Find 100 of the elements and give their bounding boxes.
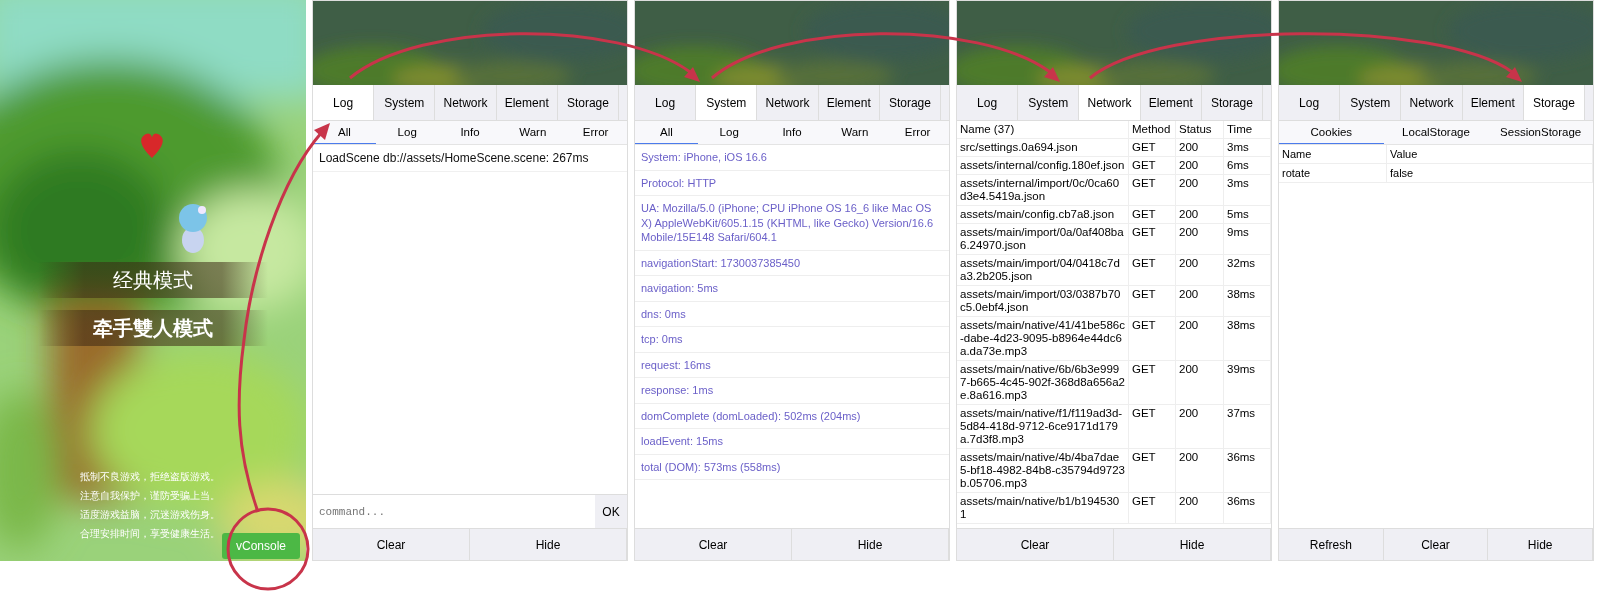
- filter-tab[interactable]: Error: [564, 121, 627, 144]
- table-cell: GET: [1129, 361, 1176, 404]
- footer-button[interactable]: Hide: [1114, 529, 1271, 560]
- filter-tab[interactable]: All: [635, 121, 698, 144]
- ok-button[interactable]: OK: [595, 495, 627, 528]
- system-info-line: loadEvent: 15ms: [635, 429, 949, 455]
- table-cell: 200: [1176, 224, 1224, 254]
- table-cell: 36ms: [1224, 493, 1271, 523]
- mode-button[interactable]: 经典模式: [38, 262, 268, 298]
- table-cell: 39ms: [1224, 361, 1271, 404]
- footer-button[interactable]: Clear: [313, 529, 470, 560]
- table-cell: 200: [1176, 255, 1224, 285]
- table-cell: 200: [1176, 139, 1224, 156]
- system-info-line: navigation: 5ms: [635, 276, 949, 302]
- filter-tab[interactable]: Info: [760, 121, 824, 144]
- table-cell: 200: [1176, 175, 1224, 205]
- notice-text: 合理安排时间，享受健康生活。: [80, 527, 220, 541]
- table-cell: assets/main/import/03/0387b70c5.0ebf4.json: [957, 286, 1129, 316]
- table-cell: 5ms: [1224, 206, 1271, 223]
- footer-button[interactable]: Hide: [470, 529, 627, 560]
- filter-tab[interactable]: Info: [438, 121, 502, 144]
- footer-button[interactable]: Clear: [1383, 529, 1489, 560]
- table-cell: 200: [1176, 493, 1224, 523]
- table-cell: assets/main/import/0a/0af408ba6.24970.json: [957, 224, 1129, 254]
- table-cell: GET: [1129, 255, 1176, 285]
- filter-tab[interactable]: LocalStorage: [1383, 121, 1489, 144]
- system-info-line: UA: Mozilla/5.0 (iPhone; CPU iPhone OS 16_6 like Mac OS X) AppleWebKit/605.1.15 (KHTML, like Gecko) Version/16.6 Mobile/15E148 Safari/604.1: [635, 196, 949, 251]
- panel-tab[interactable]: Storage: [1523, 85, 1585, 120]
- column-header: Name: [1279, 145, 1387, 163]
- filter-tab[interactable]: SessionStorage: [1488, 121, 1593, 144]
- system-info-line: request: 16ms: [635, 352, 949, 378]
- footer-button[interactable]: Refresh: [1279, 529, 1384, 560]
- table-cell: GET: [1129, 493, 1176, 523]
- filter-tab[interactable]: Warn: [823, 121, 887, 144]
- table-cell: 3ms: [1224, 175, 1271, 205]
- table-cell: 200: [1176, 157, 1224, 174]
- footer-button[interactable]: Clear: [957, 529, 1114, 560]
- table-cell: assets/main/native/41/41be586c-dabe-4d23-9095-b8964e44dc6a.da73e.mp3: [957, 317, 1129, 360]
- mode-button[interactable]: 牵手雙人模式: [38, 310, 268, 346]
- table-cell: false: [1387, 164, 1593, 182]
- system-info-line: response: 1ms: [635, 378, 949, 404]
- panel-tab[interactable]: Log: [313, 85, 375, 120]
- table-cell: 32ms: [1224, 255, 1271, 285]
- table-cell: assets/main/native/6b/6b3e9997-b665-4c45-902f-368d8a656a2e.8a616.mp3: [957, 361, 1129, 404]
- table-cell: assets/internal/import/0c/0ca60d3e4.5419a.json: [957, 175, 1129, 205]
- table-cell: GET: [1129, 175, 1176, 205]
- table-cell: 38ms: [1224, 317, 1271, 360]
- system-info-line: dns: 0ms: [635, 301, 949, 327]
- table-cell: GET: [1129, 157, 1176, 174]
- table-cell: assets/main/import/04/0418c7da3.2b205.json: [957, 255, 1129, 285]
- column-header: Method: [1129, 121, 1176, 138]
- table-cell: assets/main/native/b1/b1945301: [957, 493, 1129, 523]
- table-cell: 200: [1176, 405, 1224, 448]
- panel-tab[interactable]: System: [696, 85, 758, 120]
- table-cell: 37ms: [1224, 405, 1271, 448]
- table-cell: 200: [1176, 286, 1224, 316]
- log-line: LoadScene db://assets/HomeScene.scene: 267ms: [313, 145, 627, 172]
- table-cell: GET: [1129, 317, 1176, 360]
- table-cell: 38ms: [1224, 286, 1271, 316]
- table-cell: 200: [1176, 206, 1224, 223]
- column-header: Time: [1224, 121, 1271, 138]
- filter-tab[interactable]: Error: [886, 121, 949, 144]
- footer-button[interactable]: Clear: [635, 529, 792, 560]
- table-cell: 3ms: [1224, 139, 1271, 156]
- notice-text: 注意自我保护，谨防受骗上当。: [80, 489, 220, 503]
- table-cell: GET: [1129, 405, 1176, 448]
- table-cell: 9ms: [1224, 224, 1271, 254]
- footer-button[interactable]: Hide: [1488, 529, 1593, 560]
- column-header: Name (37): [957, 121, 1129, 138]
- table-cell: GET: [1129, 224, 1176, 254]
- panel-tab[interactable]: Network: [1079, 85, 1141, 120]
- filter-tab[interactable]: Warn: [501, 121, 565, 144]
- table-cell: rotate: [1279, 164, 1387, 182]
- table-cell: assets/main/native/f1/f119ad3d-5d84-418d-9712-6ce9171d179a.7d3f8.mp3: [957, 405, 1129, 448]
- system-info-line: total (DOM): 573ms (558ms): [635, 454, 949, 480]
- table-cell: assets/internal/config.180ef.json: [957, 157, 1129, 174]
- table-cell: 200: [1176, 449, 1224, 492]
- table-cell: 6ms: [1224, 157, 1271, 174]
- filter-tab[interactable]: Log: [697, 121, 761, 144]
- table-cell: 200: [1176, 317, 1224, 360]
- table-cell: assets/main/native/4b/4ba7dae5-bf18-4982-84b8-c35794d9723b.05706.mp3: [957, 449, 1129, 492]
- system-info-line: tcp: 0ms: [635, 327, 949, 353]
- table-cell: assets/main/config.cb7a8.json: [957, 206, 1129, 223]
- table-cell: 36ms: [1224, 449, 1271, 492]
- table-cell: GET: [1129, 206, 1176, 223]
- system-info-line: domComplete (domLoaded): 502ms (204ms): [635, 403, 949, 429]
- filter-tab[interactable]: Log: [375, 121, 439, 144]
- system-info-line: System: iPhone, iOS 16.6: [635, 145, 949, 171]
- table-cell: GET: [1129, 449, 1176, 492]
- table-cell: GET: [1129, 139, 1176, 156]
- column-header: Status: [1176, 121, 1224, 138]
- system-info-line: navigationStart: 1730037385450: [635, 250, 949, 276]
- system-info-line: Protocol: HTTP: [635, 170, 949, 196]
- notice-text: 适度游戏益脑，沉迷游戏伤身。: [80, 508, 220, 522]
- table-cell: src/settings.0a694.json: [957, 139, 1129, 156]
- table-cell: GET: [1129, 286, 1176, 316]
- filter-tab[interactable]: Cookies: [1279, 121, 1384, 144]
- table-cell: 200: [1176, 361, 1224, 404]
- footer-button[interactable]: Hide: [792, 529, 949, 560]
- column-header: Value: [1387, 145, 1593, 163]
